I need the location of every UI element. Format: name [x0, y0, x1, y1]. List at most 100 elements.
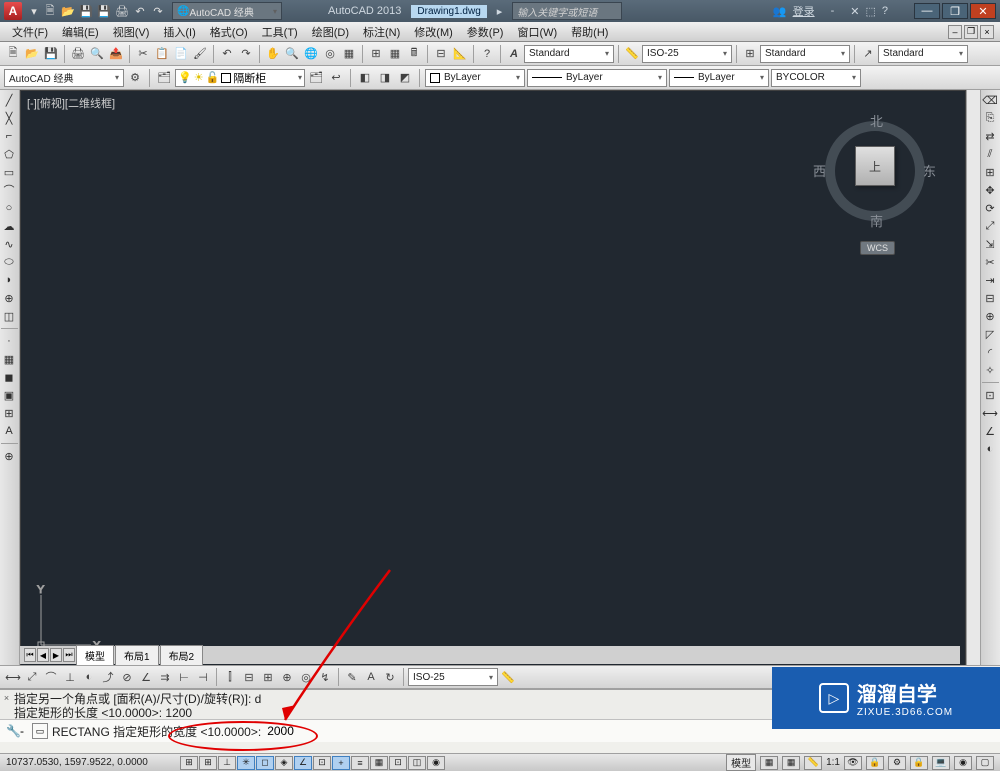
menu-format[interactable]: 格式(O) [204, 22, 254, 42]
doc-minimize[interactable]: – [948, 25, 962, 39]
tolerance-icon[interactable]: ⊞ [259, 668, 277, 686]
extend-icon[interactable]: ⇥ [982, 272, 998, 288]
offset-icon[interactable]: ⫽ [982, 146, 998, 162]
wcs-badge[interactable]: WCS [860, 241, 895, 255]
trim-icon[interactable]: ✂ [982, 254, 998, 270]
paste-icon[interactable]: 📄 [172, 45, 190, 63]
snap-toggle[interactable]: ⊞ [180, 756, 198, 770]
dimang-icon[interactable]: ∠ [982, 423, 998, 439]
polar-toggle[interactable]: ✳ [237, 756, 255, 770]
dimupdate-icon[interactable]: ↻ [381, 668, 399, 686]
publish-icon[interactable]: 📤 [107, 45, 125, 63]
sheetset-icon[interactable]: ⊞ [367, 45, 385, 63]
textstyle-icon[interactable]: A [505, 45, 523, 63]
menu-tools[interactable]: 工具(T) [256, 22, 304, 42]
spline-icon[interactable]: ∿ [1, 236, 17, 252]
hatch-icon[interactable]: ▦ [1, 351, 17, 367]
compass-north[interactable]: 北 [870, 111, 883, 130]
tab-layout2[interactable]: 布局2 [160, 645, 204, 666]
chamfer-icon[interactable]: ◸ [982, 326, 998, 342]
dimtedit-icon[interactable]: A [362, 668, 380, 686]
constraint-icon[interactable]: ⊡ [982, 387, 998, 403]
exchange-icon[interactable]: ✕ [850, 5, 859, 18]
dimdia-icon[interactable]: ⊘ [118, 668, 136, 686]
workspace-dropdown-2[interactable]: AutoCAD 经典▾ [4, 69, 124, 87]
workspace-dropdown[interactable]: 🌐AutoCAD 经典▾ [172, 2, 282, 20]
dimjog-icon[interactable]: ⤴ [99, 668, 117, 686]
calc-icon[interactable]: 🖩 [405, 45, 423, 63]
dimrad-icon[interactable]: ◐ [982, 441, 998, 457]
mleaderstyle-icon[interactable]: ↗ [859, 45, 877, 63]
join-icon[interactable]: ⊕ [982, 308, 998, 324]
menu-draw[interactable]: 绘图(D) [306, 22, 355, 42]
tab-prev[interactable]: ◀ [37, 648, 49, 662]
xline-icon[interactable]: ╳ [1, 110, 17, 126]
dyn-toggle[interactable]: + [332, 756, 350, 770]
plotstyle-dropdown[interactable]: BYCOLOR▾ [771, 69, 861, 87]
redo-icon[interactable]: ↷ [237, 45, 255, 63]
tab-model[interactable]: 模型 [76, 645, 114, 666]
layer-prev-icon[interactable]: ↩ [327, 69, 345, 87]
dimbreak-icon[interactable]: ⊟ [240, 668, 258, 686]
save-icon[interactable]: 💾 [42, 45, 60, 63]
ws-switch-icon[interactable]: ⚙ [888, 756, 906, 770]
polygon-icon[interactable]: ⬠ [1, 146, 17, 162]
block-icon[interactable]: ◫ [1, 308, 17, 324]
open-icon[interactable]: 📂 [23, 45, 41, 63]
explode-icon[interactable]: ✧ [982, 362, 998, 378]
layer-props-icon[interactable]: 🗂 [155, 69, 173, 87]
menu-file[interactable]: 文件(F) [6, 22, 54, 42]
plot-icon[interactable]: 🖨 [69, 45, 87, 63]
menu-parametric[interactable]: 参数(P) [461, 22, 510, 42]
stayconnect-icon[interactable]: ⬚ [865, 5, 875, 18]
dimjogline-icon[interactable]: ↯ [316, 668, 334, 686]
infocenter-icon[interactable]: 👥 [773, 5, 787, 18]
point-icon[interactable]: · [1, 333, 17, 349]
vertical-scrollbar[interactable] [966, 90, 980, 666]
compass-south[interactable]: 南 [870, 211, 883, 230]
table-icon[interactable]: ⊞ [1, 405, 17, 421]
linetype-dropdown[interactable]: ByLayer▾ [527, 69, 667, 87]
showmotion-icon[interactable]: ▦ [340, 45, 358, 63]
help-search-input[interactable]: 输入关键字或短语 [512, 2, 622, 20]
pline-icon[interactable]: ⌐ [1, 128, 17, 144]
dimedit-icon[interactable]: ✎ [343, 668, 361, 686]
command-input[interactable]: 2000 [267, 724, 294, 738]
fillet-icon[interactable]: ◜ [982, 344, 998, 360]
layer-make-icon[interactable]: ◨ [376, 69, 394, 87]
tab-last[interactable]: ⏭ [63, 648, 75, 662]
annoscale-icon[interactable]: 📏 [804, 756, 822, 770]
erase-icon[interactable]: ⌫ [982, 92, 998, 108]
drawing-viewport[interactable]: [-][俯视][二维线框] 北 南 东 西 上 WCS Y X [20, 90, 966, 666]
design-icon[interactable]: 📐 [451, 45, 469, 63]
break-icon[interactable]: ⊟ [982, 290, 998, 306]
new-icon[interactable]: 🗎 [42, 3, 58, 19]
grid-toggle[interactable]: ⊞ [199, 756, 217, 770]
sc-toggle[interactable]: ◫ [408, 756, 426, 770]
clean-screen-icon[interactable]: ▢ [976, 756, 994, 770]
dimstyle-dialog-icon[interactable]: 📏 [499, 668, 517, 686]
mleaderstyle-dropdown[interactable]: Standard▾ [878, 45, 968, 63]
menu-insert[interactable]: 插入(I) [157, 22, 201, 42]
menu-edit[interactable]: 编辑(E) [56, 22, 105, 42]
arc-icon[interactable]: ⌒ [1, 182, 17, 198]
undo-icon[interactable]: ↶ [218, 45, 236, 63]
move-icon[interactable]: ✥ [982, 182, 998, 198]
open-icon[interactable]: 📂 [60, 3, 76, 19]
insert-icon[interactable]: ⊕ [1, 290, 17, 306]
orbit-icon[interactable]: 🌐 [302, 45, 320, 63]
line-icon[interactable]: ╱ [1, 92, 17, 108]
preview-icon[interactable]: 🔍 [88, 45, 106, 63]
props-icon[interactable]: ⊟ [432, 45, 450, 63]
annoautoscale-icon[interactable]: 🔒 [866, 756, 884, 770]
diminspect-icon[interactable]: ◎ [297, 668, 315, 686]
lineweight-dropdown[interactable]: ByLayer▾ [669, 69, 769, 87]
save-icon[interactable]: 💾 [78, 3, 94, 19]
menu-view[interactable]: 视图(V) [107, 22, 156, 42]
ducs-toggle[interactable]: ⊡ [313, 756, 331, 770]
window-close[interactable]: ✕ [970, 3, 996, 19]
revcloud-icon[interactable]: ☁ [1, 218, 17, 234]
compass-east[interactable]: 东 [923, 161, 936, 180]
match-icon[interactable]: 🖌 [191, 45, 209, 63]
copy-icon[interactable]: ⎘ [982, 110, 998, 126]
